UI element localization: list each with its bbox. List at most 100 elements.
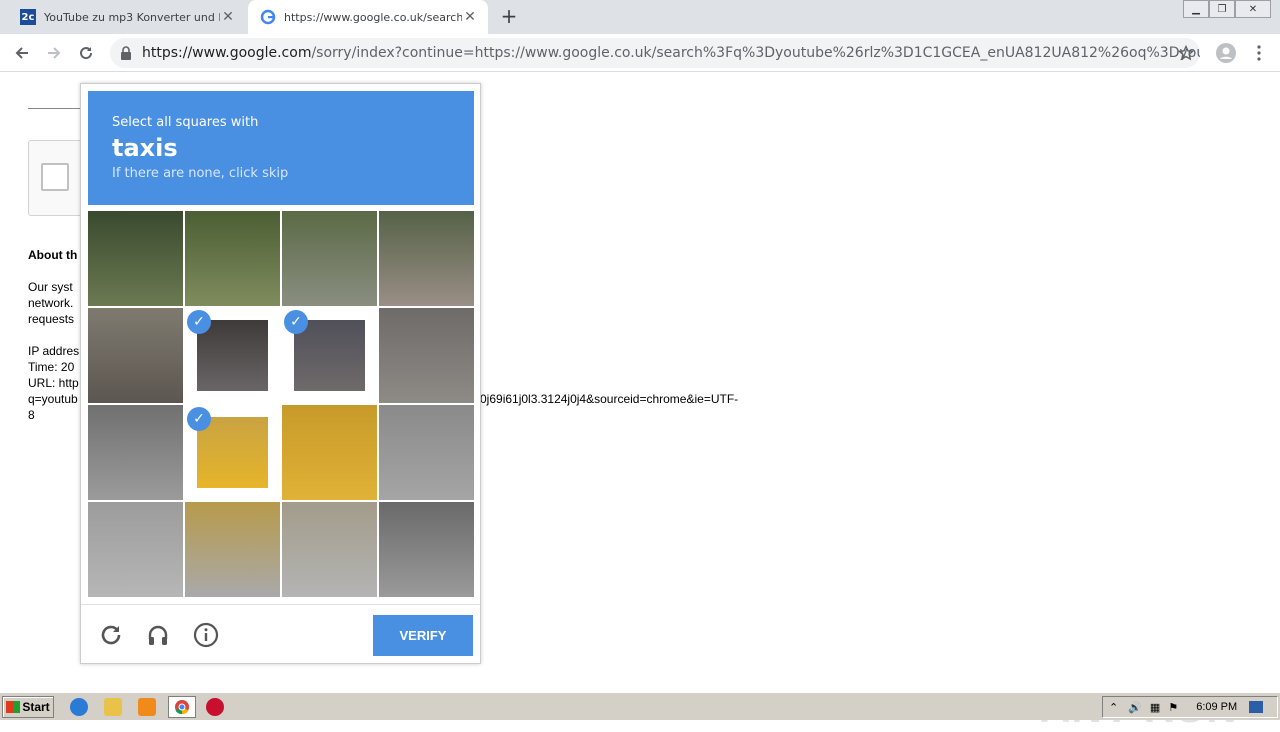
tile-image: [88, 308, 183, 403]
divider: [28, 108, 88, 109]
media-player-icon[interactable]: [138, 698, 156, 716]
tab-google-search[interactable]: https://www.google.co.uk/search?q ✕: [248, 0, 488, 34]
grid-tile[interactable]: [88, 211, 183, 306]
request-info: IP addres Time: 20 URL: http q=youtub 8: [28, 343, 79, 423]
close-window-button[interactable]: ✕: [1235, 0, 1271, 18]
challenge-header: Select all squares with taxis If there a…: [88, 91, 474, 205]
text-line: network.: [28, 296, 74, 310]
grid-tile[interactable]: [379, 502, 474, 597]
url-host: https://www.google.com: [142, 45, 312, 61]
text-line: 8: [28, 408, 35, 422]
grid-tile[interactable]: ✓: [185, 405, 280, 500]
tile-image: [379, 308, 474, 403]
grid-tile[interactable]: [185, 211, 280, 306]
new-tab-button[interactable]: +: [498, 4, 520, 28]
challenge-instruction: Select all squares with: [112, 115, 259, 130]
tile-image: [197, 320, 268, 391]
clock: 6:09 PM: [1196, 701, 1238, 713]
url-tail: 0j69i61j0l3.3124j0j4&sourceid=chrome&ie=…: [480, 392, 739, 406]
text-line: requests: [28, 312, 75, 326]
grid-tile[interactable]: [379, 308, 474, 403]
start-label: Start: [22, 700, 50, 714]
challenge-target: taxis: [112, 134, 178, 162]
tab-title: YouTube zu mp3 Konverter und Dow: [44, 10, 220, 24]
forward-arrow-icon[interactable]: [42, 41, 66, 65]
flag-icon[interactable]: ⚑: [1168, 701, 1178, 714]
profile-avatar-icon[interactable]: [1214, 41, 1238, 65]
chrome-icon: [175, 700, 189, 715]
tab-youtube-converter[interactable]: 2c YouTube zu mp3 Konverter und Dow ✕: [8, 0, 246, 34]
challenge-hint: If there are none, click skip: [112, 166, 289, 181]
grid-tile[interactable]: [185, 502, 280, 597]
reload-icon[interactable]: [74, 41, 98, 65]
recaptcha-challenge: Select all squares with taxis If there a…: [80, 83, 481, 664]
tile-image: [88, 405, 183, 500]
address-bar[interactable]: https://www.google.com/sorry/index?conti…: [110, 38, 1200, 68]
grid-tile[interactable]: [379, 405, 474, 500]
restore-button[interactable]: ❐: [1209, 0, 1235, 18]
text-line: IP addres: [28, 344, 80, 358]
opera-icon[interactable]: [206, 698, 224, 716]
ie-icon[interactable]: [70, 698, 88, 716]
tray-expand-icon[interactable]: ⌃: [1109, 701, 1118, 714]
headphones-icon[interactable]: [144, 621, 172, 649]
tile-image: [294, 320, 365, 391]
tile-image: [185, 502, 280, 597]
menu-dots-icon[interactable]: [1247, 41, 1271, 65]
tile-image: [282, 211, 377, 306]
lock-icon: [120, 46, 132, 60]
browser-toolbar: https://www.google.com/sorry/index?conti…: [0, 34, 1280, 72]
grid-tile[interactable]: [88, 502, 183, 597]
close-icon[interactable]: ✕: [462, 9, 478, 25]
show-desktop-icon[interactable]: [1249, 701, 1264, 713]
grid-tile[interactable]: [282, 211, 377, 306]
grid-tile[interactable]: ✓: [185, 308, 280, 403]
close-icon[interactable]: ✕: [220, 9, 236, 25]
reload-challenge-icon[interactable]: [97, 621, 125, 649]
text-line: URL: http: [28, 376, 79, 390]
checkmark-icon: ✓: [187, 310, 211, 334]
recaptcha-checkbox[interactable]: [41, 163, 69, 191]
tile-image: [197, 417, 268, 488]
grid-tile[interactable]: [282, 405, 377, 500]
network-icon[interactable]: ▦: [1150, 701, 1160, 714]
tab-title: https://www.google.co.uk/search?q: [284, 10, 462, 24]
folder-icon[interactable]: [104, 698, 122, 716]
checkmark-icon: ✓: [187, 407, 211, 431]
tile-image: [88, 502, 183, 597]
image-grid: ✓ ✓ ✓: [88, 211, 474, 597]
recaptcha-checkbox-widget: [28, 140, 88, 216]
taskbar: Start ⌃ 🔊 ▦ ⚑ 6:09 PM: [0, 692, 1280, 720]
info-icon[interactable]: [192, 621, 220, 649]
url-path: /sorry/index?continue=https://www.google…: [311, 45, 1200, 61]
challenge-footer: VERIFY: [81, 604, 480, 664]
tile-image: [379, 502, 474, 597]
minimize-button[interactable]: ▁: [1183, 0, 1209, 18]
checkmark-icon: ✓: [284, 310, 308, 334]
google-favicon-icon: [260, 9, 276, 25]
system-tray: ⌃ 🔊 ▦ ⚑ 6:09 PM: [1102, 696, 1278, 718]
grid-tile[interactable]: [88, 308, 183, 403]
back-arrow-icon[interactable]: [10, 41, 34, 65]
text-line: q=youtub: [28, 392, 78, 406]
chrome-taskbar-button[interactable]: [168, 696, 196, 718]
tile-image: [379, 211, 474, 306]
tile-image: [379, 405, 474, 500]
tile-image: [282, 502, 377, 597]
tab-strip: 2c YouTube zu mp3 Konverter und Dow ✕ ht…: [0, 0, 1280, 34]
about-heading: About th: [28, 248, 78, 262]
text-line: Time: 20: [28, 360, 75, 374]
grid-tile[interactable]: [379, 211, 474, 306]
grid-tile[interactable]: [88, 405, 183, 500]
tile-image: [185, 211, 280, 306]
grid-tile[interactable]: ✓: [282, 308, 377, 403]
volume-icon[interactable]: 🔊: [1128, 701, 1142, 714]
tile-image: [282, 405, 377, 500]
star-icon[interactable]: [1174, 41, 1198, 65]
about-paragraph: Our syst network. requests: [28, 279, 74, 327]
tab-favicon-2c: 2c: [20, 9, 36, 25]
verify-button[interactable]: VERIFY: [373, 615, 473, 656]
start-button[interactable]: Start: [2, 696, 54, 718]
grid-tile[interactable]: [282, 502, 377, 597]
windows-logo-icon: [6, 701, 21, 713]
